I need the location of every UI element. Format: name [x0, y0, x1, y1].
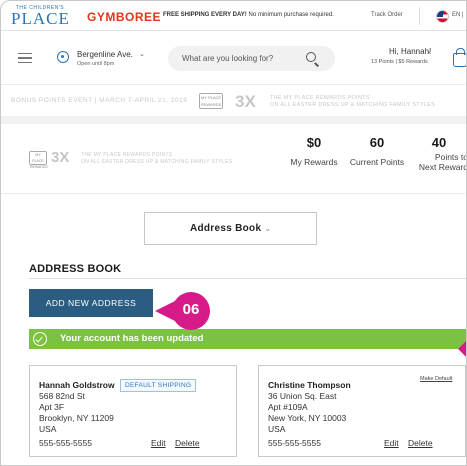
next-reward-value: 40	[431, 135, 447, 150]
address-street: 568 82nd St	[39, 391, 85, 401]
account-greeting[interactable]: Hi, Hannah!	[389, 47, 431, 56]
current-points-value: 60	[369, 135, 385, 150]
bonus-points-banner[interactable]: BONUS POINTS EVENT | MARCH 7-APRIL 21, 2…	[1, 86, 466, 116]
annotation-callout: 06	[155, 292, 229, 330]
my-place-rewards-logo: MY PLACE REWARDS	[29, 151, 48, 169]
address-street: 36 Union Sq. East	[268, 391, 337, 401]
next-reward-label: Points to Next Reward	[413, 152, 467, 172]
page-title: ADDRESS BOOK	[29, 263, 122, 275]
points-summary: 13 Points | $5 Rewards	[371, 59, 428, 65]
default-shipping-badge: DEFAULT SHIPPING	[120, 379, 197, 392]
address-unit: Apt 3F	[39, 402, 65, 412]
dropdown-selected-value: Address Book	[189, 223, 262, 234]
add-new-address-button[interactable]: ADD NEW ADDRESS	[29, 289, 153, 317]
address-city-state-zip: Brooklyn, NY 11209	[39, 413, 114, 423]
chevron-down-icon[interactable]: ⌄	[426, 47, 432, 55]
gymboree-logo[interactable]: GYMBOREE	[87, 10, 161, 24]
address-card: Christine Thompson Make Default 36 Union…	[258, 365, 466, 457]
logo-wordmark: PLACE	[11, 9, 70, 28]
shipping-promo-bold: FREE SHIPPING EVERY DAY!	[163, 12, 247, 18]
my-rewards-label: My Rewards	[290, 157, 338, 167]
callout-number: 06	[182, 301, 200, 318]
hamburger-menu-icon[interactable]	[18, 53, 32, 63]
search-input[interactable]	[182, 46, 302, 71]
next-reward-label-line-1: Points to	[434, 152, 467, 162]
shipping-promo: FREE SHIPPING EVERY DAY! No minimum purc…	[163, 12, 334, 18]
delete-address-link[interactable]: Delete	[175, 438, 200, 448]
multiplier-text: 3X	[51, 149, 70, 166]
account-section-dropdown[interactable]: Address Book ⌄	[144, 212, 317, 245]
divider	[29, 278, 466, 279]
shopping-bag-icon[interactable]	[453, 48, 466, 67]
location-pin-icon[interactable]	[57, 51, 69, 63]
divider	[419, 7, 420, 25]
section-separator	[1, 116, 466, 124]
address-country: USA	[268, 424, 286, 434]
rewards-promo-line-2: ON ALL EASTER DRESS UP & MATCHING FAMILY…	[81, 159, 233, 165]
track-order-link[interactable]: Track Order	[371, 12, 403, 18]
address-name: Hannah Goldstrow	[39, 380, 115, 390]
my-rewards-value: $0	[306, 135, 322, 150]
event-description-line-2: ON ALL EASTER DRESS UP & MATCHING FAMILY…	[270, 102, 436, 108]
address-city-state-zip: New York, NY 10003	[268, 413, 347, 423]
chevron-down-icon[interactable]: ⌄	[139, 50, 145, 58]
make-default-link[interactable]: Make Default	[420, 376, 452, 382]
address-country: USA	[39, 424, 57, 434]
checkmark-circle-icon	[33, 332, 47, 346]
address-phone: 555-555-5555	[268, 438, 321, 448]
current-points-label: Current Points	[349, 157, 405, 167]
multiplier-text: 3X	[235, 92, 256, 111]
childrens-place-logo[interactable]: THE CHILDREN'S PLACE	[11, 5, 70, 28]
search-bar[interactable]	[168, 46, 335, 71]
address-card: Hannah Goldstrow DEFAULT SHIPPING 568 82…	[29, 365, 237, 457]
address-name: Christine Thompson	[268, 380, 351, 390]
address-phone: 555-555-5555	[39, 438, 92, 448]
event-description: THE MY PLACE REWARDS POINTS ON ALL EASTE…	[270, 95, 435, 109]
next-reward-label-line-2: Next Reward	[418, 162, 467, 172]
shipping-promo-rest: No minimum purchase required.	[246, 12, 334, 18]
edit-address-link[interactable]: Edit	[384, 438, 399, 448]
language-selector[interactable]: EN |	[452, 12, 464, 18]
rewards-summary: MY PLACE REWARDS 3X THE MY PLACE REWARDS…	[1, 124, 467, 194]
search-icon[interactable]	[306, 52, 316, 62]
address-unit: Apt #109A	[268, 402, 308, 412]
store-hours: Open until 8pm	[77, 61, 115, 67]
my-place-rewards-logo: MY PLACE REWARDS	[199, 93, 223, 109]
delete-address-link[interactable]: Delete	[408, 438, 433, 448]
event-description-line-1: THE MY PLACE REWARDS POINTS	[270, 95, 370, 101]
promo-bar: THE CHILDREN'S PLACE GYMBOREE FREE SHIPP…	[1, 1, 466, 31]
rewards-promo-line-1: THE MY PLACE REWARDS POINTS	[81, 152, 173, 158]
site-header: Bergenline Ave. ⌄ Open until 8pm Hi, Han…	[1, 31, 466, 85]
us-flag-icon[interactable]	[436, 10, 449, 23]
edit-address-link[interactable]: Edit	[151, 438, 166, 448]
success-message: Your account has been updated	[60, 333, 204, 344]
success-notification: Your account has been updated	[29, 329, 466, 349]
chevron-down-icon: ⌄	[264, 224, 272, 233]
event-dates: BONUS POINTS EVENT | MARCH 7-APRIL 21, 2…	[11, 97, 188, 104]
app-window: THE CHILDREN'S PLACE GYMBOREE FREE SHIPP…	[0, 0, 467, 466]
rewards-promo-description: THE MY PLACE REWARDS POINTS ON ALL EASTE…	[81, 152, 232, 166]
store-name[interactable]: Bergenline Ave.	[77, 50, 133, 59]
